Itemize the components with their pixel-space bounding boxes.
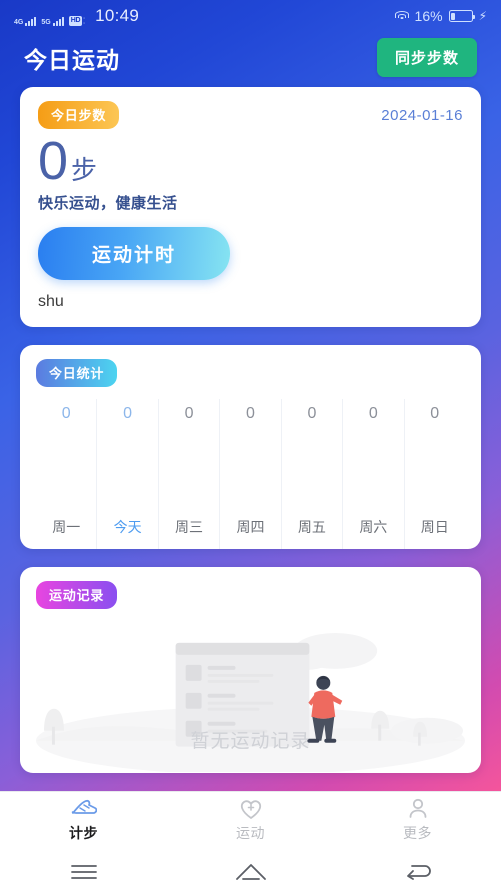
- menu-icon[interactable]: [0, 863, 167, 881]
- signal-5g-bars: [52, 17, 64, 26]
- stat-value: 0: [61, 404, 71, 422]
- exercise-records-badge: 运动记录: [36, 580, 118, 609]
- tab-item-exercise[interactable]: 运动: [167, 798, 334, 843]
- steps-count-row: 0 步: [38, 133, 463, 190]
- steps-count-unit: 步: [71, 155, 98, 185]
- sync-steps-button[interactable]: 同步步数: [376, 38, 477, 77]
- stat-column[interactable]: 0 今天: [97, 398, 159, 549]
- tab-label-pedometer: 计步: [69, 825, 98, 841]
- stat-column[interactable]: 0 周日: [405, 399, 465, 549]
- signal-4g-label: 4G: [14, 19, 24, 26]
- today-stats-card: 今日统计 0 周一 0 今天 0 周三 0 周四 0 周五 0 周六 0 周日: [20, 344, 481, 549]
- status-bar: 4G 5G HD · · 10:49 16% ⚡: [0, 0, 501, 32]
- stat-day-label: 周一: [52, 518, 81, 535]
- steps-card-header: 今日步数 2024-01-16: [38, 101, 463, 129]
- stat-column[interactable]: 0 周六: [343, 398, 405, 549]
- charging-bolt-icon: ⚡: [478, 9, 487, 23]
- exercise-timer-button[interactable]: 运动计时: [38, 226, 230, 280]
- stat-day-label: 周四: [236, 518, 265, 535]
- signal-5g-icon: 5G: [41, 17, 64, 26]
- steps-count-value: 0: [38, 131, 69, 191]
- stat-value: 0: [368, 404, 378, 422]
- back-icon[interactable]: [334, 862, 501, 882]
- hd-dots: · ·: [83, 16, 86, 27]
- stat-value: 0: [430, 404, 440, 422]
- stat-column[interactable]: 0 周一: [36, 398, 98, 549]
- stat-day-label: 今天: [113, 518, 142, 535]
- status-bar-right: 16% ⚡: [394, 8, 487, 24]
- empty-records-text: 暂无运动记录: [190, 730, 311, 752]
- signal-5g-label: 5G: [41, 19, 51, 26]
- signal-4g-bars: [25, 17, 37, 26]
- empty-records-state: 暂无运动记录: [36, 613, 465, 773]
- stat-column[interactable]: 0 周五: [282, 398, 344, 549]
- stat-value: 0: [307, 404, 317, 422]
- stat-day-label: 周五: [297, 518, 326, 535]
- stat-day-label: 周日: [420, 518, 449, 535]
- stat-value: 0: [123, 404, 133, 422]
- tab-item-pedometer[interactable]: 计步: [0, 798, 167, 843]
- stat-column[interactable]: 0 周三: [159, 398, 221, 549]
- tab-item-more[interactable]: 更多: [334, 798, 501, 843]
- status-bar-clock: 10:49: [95, 6, 140, 25]
- wifi-icon: [394, 10, 409, 22]
- heart-plus-icon: [239, 798, 263, 820]
- today-stats-badge: 今日统计: [36, 358, 118, 387]
- signal-4g-icon: 4G: [14, 17, 37, 26]
- today-steps-card: 今日步数 2024-01-16 0 步 快乐运动，健康生活 运动计时 shu: [20, 87, 481, 327]
- steps-date-label: 2024-01-16: [381, 106, 463, 124]
- bottom-tab-bar: 计步 运动 更多: [0, 791, 501, 849]
- tab-label-exercise: 运动: [236, 825, 265, 841]
- page-title: 今日运动: [24, 46, 120, 73]
- android-navigation-bar: [0, 849, 501, 895]
- stat-day-label: 周六: [359, 518, 388, 535]
- app-header: 今日运动 同步步数: [0, 32, 501, 87]
- steps-slogan: 快乐运动，健康生活: [38, 194, 178, 212]
- exercise-records-card: 运动记录 暂无运动记录: [20, 566, 481, 773]
- hd-label: HD: [68, 16, 83, 26]
- weekly-stats-grid: 0 周一 0 今天 0 周三 0 周四 0 周五 0 周六 0 周日: [36, 398, 465, 549]
- tab-label-more: 更多: [403, 825, 432, 841]
- stat-column[interactable]: 0 周四: [220, 398, 282, 549]
- stat-day-label: 周三: [175, 518, 204, 535]
- status-bar-left: 4G 5G HD · · 10:49: [14, 6, 140, 27]
- battery-icon: [448, 10, 475, 22]
- person-icon: [407, 798, 429, 820]
- scratch-text: shu: [38, 292, 64, 310]
- today-steps-badge: 今日步数: [38, 101, 120, 129]
- hd-call-icon: HD · ·: [68, 16, 86, 27]
- stat-value: 0: [184, 404, 194, 422]
- shoe-icon: [71, 798, 97, 820]
- home-icon[interactable]: [167, 862, 334, 882]
- content-scroll-area[interactable]: 今日步数 2024-01-16 0 步 快乐运动，健康生活 运动计时 shu 今…: [0, 87, 501, 773]
- battery-percent-label: 16%: [414, 8, 443, 24]
- stat-value: 0: [246, 404, 255, 422]
